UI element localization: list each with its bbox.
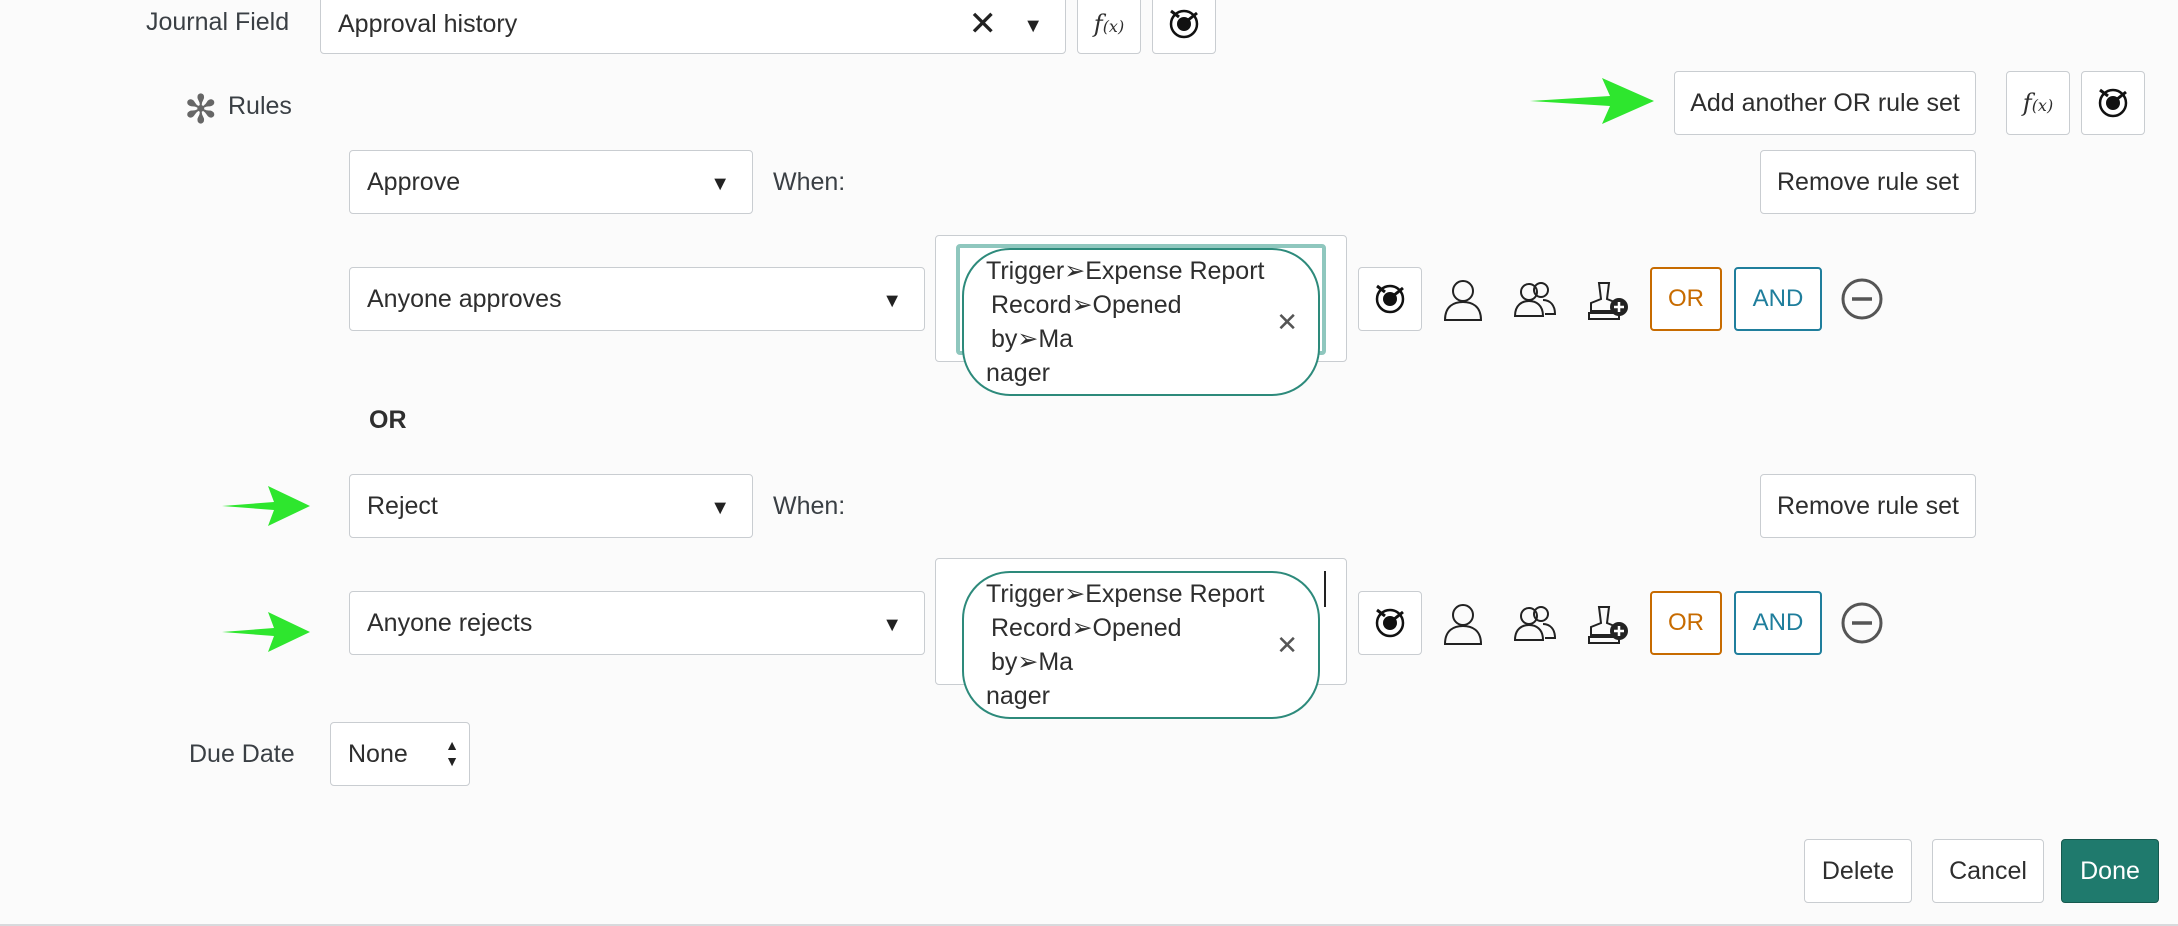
data-pill-picker-icon bbox=[1375, 608, 1405, 638]
user-icon[interactable] bbox=[1440, 277, 1486, 323]
data-pill-line: Trigger➢Expense Report bbox=[986, 580, 1265, 608]
remove-condition-icon[interactable] bbox=[1840, 277, 1884, 326]
rules-data-pill-picker-button[interactable] bbox=[2081, 71, 2145, 135]
data-pill-picker-icon bbox=[1375, 284, 1405, 314]
text-cursor bbox=[1324, 571, 1326, 607]
journal-field-label: Journal Field bbox=[146, 8, 290, 36]
data-pill[interactable]: Trigger➢Expense Report Record➢Opened by➢… bbox=[962, 571, 1320, 719]
journal-field-value: Approval history bbox=[338, 9, 518, 38]
when-label: When: bbox=[773, 168, 846, 196]
updown-icon: ▲ ▼ bbox=[445, 737, 459, 769]
data-pill-line: Trigger➢Expense Report bbox=[986, 257, 1265, 285]
data-pill-line: nager bbox=[986, 682, 1050, 710]
data-pill-line: Record➢Opened by➢Ma bbox=[991, 614, 1182, 676]
rule-action-value: Approve bbox=[367, 167, 461, 196]
annotation-arrow-icon bbox=[222, 486, 310, 526]
approval-stamp-icon[interactable] bbox=[1584, 278, 1630, 324]
remove-pill-icon[interactable]: ✕ bbox=[1276, 628, 1298, 662]
user-icon[interactable] bbox=[1440, 601, 1486, 647]
rules-label: Rules bbox=[228, 92, 292, 120]
data-pill-line: nager bbox=[986, 359, 1050, 387]
due-date-label: Due Date bbox=[189, 740, 295, 768]
caret-down-icon: ▼ bbox=[710, 172, 730, 195]
clear-icon[interactable]: ✕ bbox=[969, 4, 998, 44]
remove-rule-set-button[interactable]: Remove rule set bbox=[1760, 150, 1976, 214]
caret-down-icon: ▼ bbox=[710, 496, 730, 519]
due-date-select[interactable]: None ▲ ▼ bbox=[330, 722, 470, 786]
and-condition-button[interactable]: AND bbox=[1734, 591, 1822, 655]
remove-rule-set-button[interactable]: Remove rule set bbox=[1760, 474, 1976, 538]
delete-button[interactable]: Delete bbox=[1804, 839, 1912, 903]
data-pill-line: Record➢Opened by➢Ma bbox=[991, 291, 1182, 353]
rule-condition-value: Anyone rejects bbox=[367, 608, 533, 637]
rule-value-field[interactable]: Trigger➢Expense Report Record➢Opened by➢… bbox=[935, 235, 1347, 396]
caret-down-icon: ▼ bbox=[882, 289, 902, 312]
data-pill-picker-icon bbox=[1169, 9, 1199, 39]
caret-down-icon[interactable]: ▼ bbox=[1023, 15, 1043, 38]
due-date-value: None bbox=[348, 739, 408, 768]
remove-pill-icon[interactable]: ✕ bbox=[1276, 305, 1298, 339]
add-or-rule-set-button[interactable]: Add another OR rule set bbox=[1674, 71, 1976, 135]
rules-function-button[interactable]: f(x) bbox=[2006, 71, 2070, 135]
caret-down-icon: ▼ bbox=[882, 613, 902, 636]
function-icon: f(x) bbox=[1093, 10, 1125, 38]
remove-condition-icon[interactable] bbox=[1840, 601, 1884, 650]
and-condition-button[interactable]: AND bbox=[1734, 267, 1822, 331]
data-pill-picker-button[interactable] bbox=[1152, 0, 1216, 54]
rule-value-field[interactable]: Trigger➢Expense Report Record➢Opened by➢… bbox=[935, 558, 1347, 719]
rule-condition-value: Anyone approves bbox=[367, 284, 562, 313]
cancel-button[interactable]: Cancel bbox=[1932, 839, 2044, 903]
group-icon[interactable] bbox=[1512, 279, 1558, 321]
rule-condition-select[interactable]: Anyone approves ▼ bbox=[349, 267, 925, 331]
data-pill[interactable]: Trigger➢Expense Report Record➢Opened by➢… bbox=[962, 248, 1320, 396]
function-button[interactable]: f(x) bbox=[1077, 0, 1141, 54]
rule-action-select[interactable]: Reject ▼ bbox=[349, 474, 753, 538]
asterisk-icon: ✻ bbox=[184, 88, 218, 132]
annotation-arrow-icon bbox=[222, 612, 310, 652]
group-icon[interactable] bbox=[1512, 603, 1558, 645]
function-icon: f(x) bbox=[2022, 89, 2054, 117]
when-label: When: bbox=[773, 492, 846, 520]
annotation-arrow-icon bbox=[1530, 78, 1654, 124]
condition-data-pill-picker-button[interactable] bbox=[1358, 591, 1422, 655]
or-separator: OR bbox=[369, 406, 407, 434]
data-pill-picker-icon bbox=[2098, 88, 2128, 118]
rule-condition-select[interactable]: Anyone rejects ▼ bbox=[349, 591, 925, 655]
approval-stamp-icon[interactable] bbox=[1584, 602, 1630, 648]
journal-field-select[interactable]: Approval history ✕ ▼ bbox=[320, 0, 1066, 54]
or-condition-button[interactable]: OR bbox=[1650, 267, 1722, 331]
rule-action-value: Reject bbox=[367, 491, 438, 520]
condition-data-pill-picker-button[interactable] bbox=[1358, 267, 1422, 331]
rule-action-select[interactable]: Approve ▼ bbox=[349, 150, 753, 214]
done-button[interactable]: Done bbox=[2061, 839, 2159, 903]
or-condition-button[interactable]: OR bbox=[1650, 591, 1722, 655]
